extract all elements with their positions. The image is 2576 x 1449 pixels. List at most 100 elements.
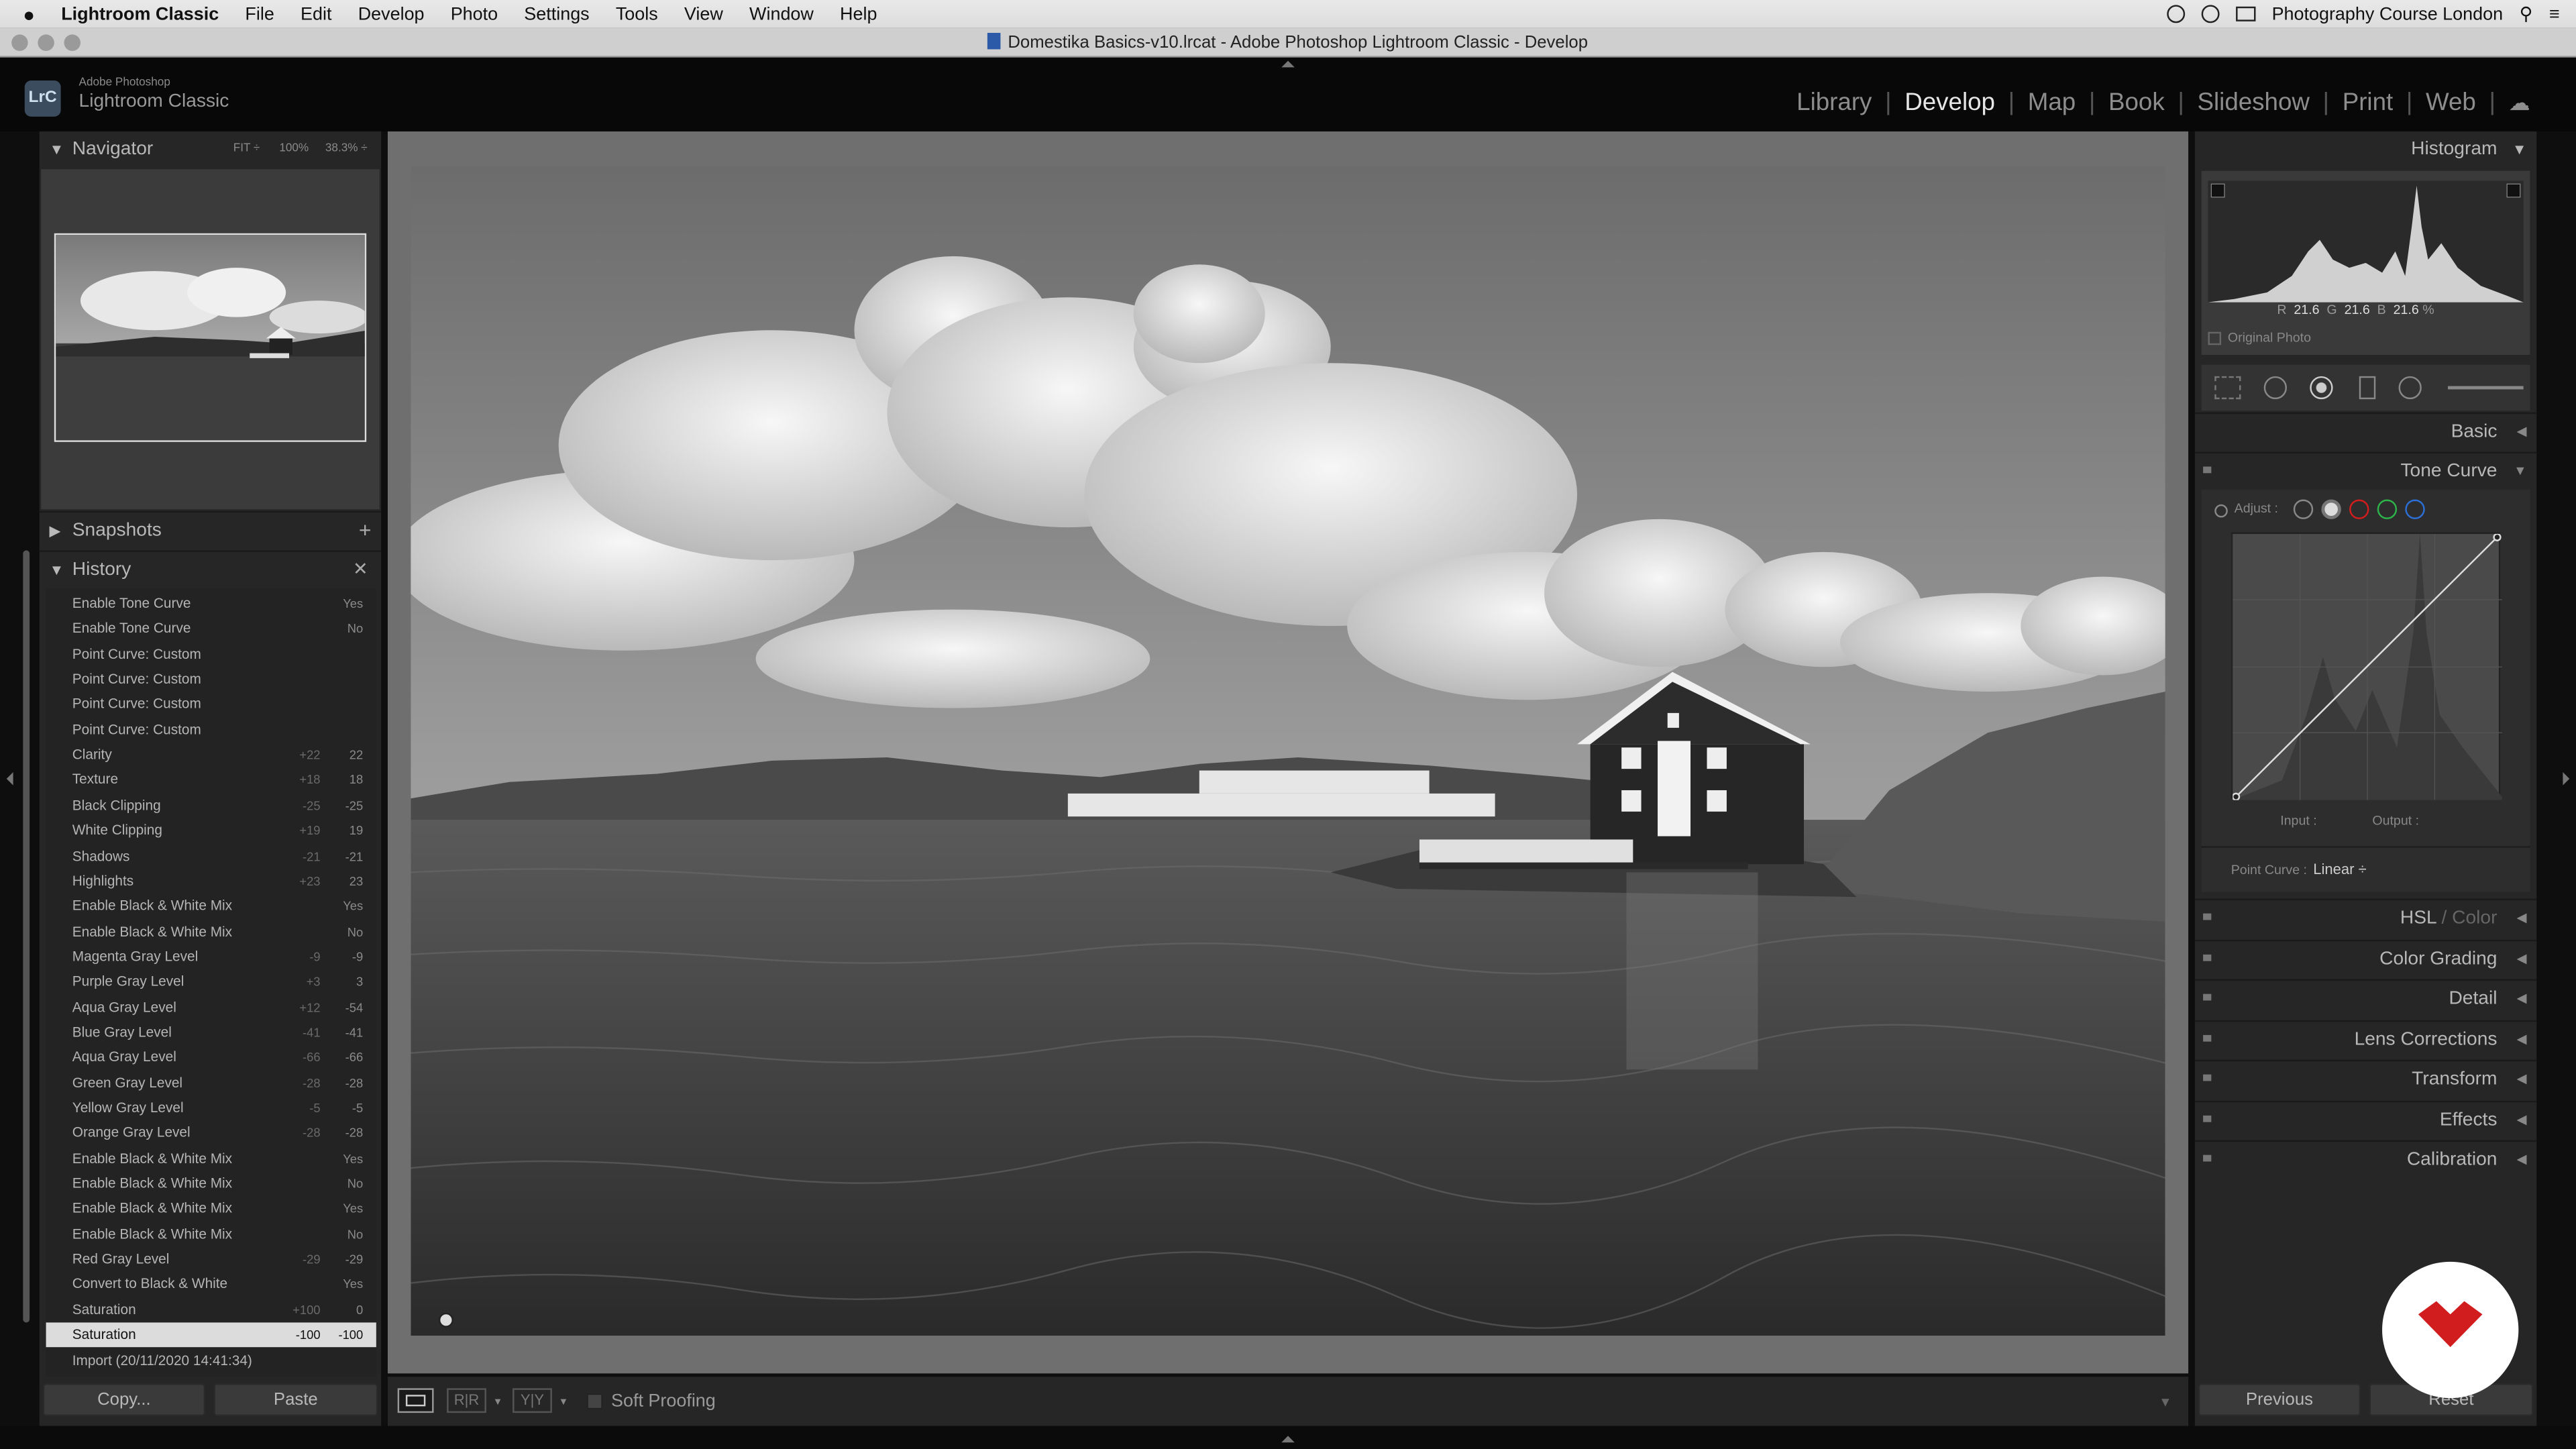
point-curve-green-icon[interactable] (2377, 499, 2398, 519)
history-row[interactable]: Clarity +22 22 (46, 743, 376, 767)
history-row[interactable]: Saturation +100 0 (46, 1297, 376, 1322)
main-photo[interactable] (411, 166, 2165, 1336)
paste-settings-button[interactable]: Paste (213, 1383, 378, 1417)
history-row[interactable]: Orange Gray Level -28 -28 (46, 1121, 376, 1146)
history-row[interactable]: Enable Black & White Mix Yes (46, 1146, 376, 1171)
detail-section-header[interactable]: Detail ◀ (2194, 979, 2537, 1016)
tone-curve-graph[interactable] (2231, 532, 2502, 801)
history-row[interactable]: Enable Tone Curve No (46, 616, 376, 641)
snapshots-header[interactable]: ▶ Snapshots + (39, 511, 382, 549)
zoom-custom[interactable]: 38.3% ÷ (325, 131, 368, 168)
original-photo-checkbox[interactable] (2208, 331, 2222, 345)
top-panel-toggle-icon[interactable] (1281, 60, 1295, 68)
tone-curve-section-header[interactable]: Tone Curve ▼ (2194, 451, 2537, 488)
filmstrip-toggle-icon[interactable] (1281, 1436, 1295, 1443)
left-panel-scrollbar[interactable] (23, 550, 30, 1323)
point-curve-rgb-icon[interactable] (2321, 499, 2341, 519)
transform-section-header[interactable]: Transform ◀ (2194, 1059, 2537, 1096)
clear-history-icon[interactable]: ✕ (353, 552, 368, 588)
module-book[interactable]: Book (2095, 89, 2178, 117)
menu-photo[interactable]: Photo (437, 4, 511, 23)
copy-settings-button[interactable]: Copy... (42, 1383, 206, 1417)
history-row[interactable]: Aqua Gray Level -66 -66 (46, 1045, 376, 1070)
menu-view[interactable]: View (671, 4, 736, 23)
red-eye-icon[interactable] (2310, 376, 2333, 400)
module-map[interactable]: Map (2015, 89, 2089, 117)
module-library[interactable]: Library (1784, 89, 1885, 117)
history-row[interactable]: Highlights +23 23 (46, 869, 376, 894)
zoom-100[interactable]: 100% (279, 131, 309, 168)
history-row[interactable]: Texture +18 18 (46, 768, 376, 793)
left-panel-toggle-icon[interactable] (6, 772, 13, 786)
history-row[interactable]: Enable Black & White Mix No (46, 1171, 376, 1196)
spotlight-search-icon[interactable]: ⚲ (2520, 3, 2533, 25)
history-row[interactable]: Point Curve: Custom (46, 718, 376, 743)
menu-tools[interactable]: Tools (602, 4, 671, 23)
before-after-left-right-icon[interactable]: R|R (447, 1388, 486, 1413)
calibration-section-header[interactable]: Calibration ◀ (2194, 1140, 2537, 1177)
panel-switch-icon[interactable] (2203, 1115, 2212, 1122)
history-row[interactable]: Shadows -21 -21 (46, 844, 376, 869)
menu-file[interactable]: File (232, 4, 288, 23)
record-icon[interactable] (2166, 5, 2185, 23)
soft-proofing-checkbox[interactable] (586, 1393, 603, 1410)
toolbar-content-dropdown-icon[interactable]: ▼ (2159, 1395, 2171, 1409)
point-curve-blue-icon[interactable] (2405, 499, 2425, 519)
parametric-curve-icon[interactable] (2293, 499, 2314, 519)
cloud-sync-icon[interactable]: ☁ (2496, 89, 2543, 115)
history-row[interactable]: Magenta Gray Level -9 -9 (46, 945, 376, 969)
display-icon[interactable] (2235, 6, 2256, 21)
history-row[interactable]: Enable Black & White Mix No (46, 919, 376, 944)
spot-removal-icon[interactable] (2263, 376, 2288, 400)
close-window-button[interactable] (11, 34, 28, 51)
history-row[interactable]: Point Curve: Custom (46, 667, 376, 692)
panel-switch-icon[interactable] (2203, 954, 2212, 961)
hsl-section-header[interactable]: HSL / Color ◀ (2194, 898, 2537, 935)
right-panel-toggle-icon[interactable] (2563, 772, 2570, 786)
history-row[interactable]: Red Gray Level -29 -29 (46, 1247, 376, 1272)
adjustment-brush-icon[interactable] (2448, 386, 2524, 390)
history-row[interactable]: Point Curve: Custom (46, 642, 376, 667)
history-row[interactable]: Yellow Gray Level -5 -5 (46, 1095, 376, 1120)
history-row[interactable]: Purple Gray Level +3 3 (46, 970, 376, 995)
history-row[interactable]: Green Gray Level -28 -28 (46, 1071, 376, 1095)
crop-overlay-icon[interactable] (2214, 376, 2241, 400)
target-adjust-icon[interactable] (2214, 504, 2228, 518)
previous-button[interactable]: Previous (2198, 1383, 2361, 1417)
history-header[interactable]: ▼ History ✕ (39, 550, 382, 588)
panel-switch-icon[interactable] (2203, 1074, 2212, 1081)
history-row[interactable]: White Clipping +19 19 (46, 818, 376, 843)
add-snapshot-icon[interactable]: + (359, 513, 372, 549)
history-row[interactable]: Enable Black & White Mix Yes (46, 894, 376, 919)
minimize-window-button[interactable] (38, 34, 54, 51)
zoom-fit[interactable]: FIT ÷ (233, 131, 260, 168)
module-print[interactable]: Print (2329, 89, 2406, 117)
loupe-view-icon[interactable] (397, 1388, 434, 1413)
menu-edit[interactable]: Edit (287, 4, 345, 23)
panel-switch-icon[interactable] (2203, 466, 2212, 474)
navigator-thumbnail[interactable] (54, 233, 367, 442)
panel-switch-icon[interactable] (2203, 994, 2212, 1001)
effects-section-header[interactable]: Effects ◀ (2194, 1100, 2537, 1137)
navigator-header[interactable]: ▼ Navigator FIT ÷ 100% 38.3% ÷ (40, 131, 381, 168)
before-after-options-icon[interactable]: ▼ (559, 1398, 569, 1408)
panel-switch-icon[interactable] (2203, 1034, 2212, 1042)
before-after-swap-icon[interactable]: Y|Y (513, 1388, 552, 1413)
history-row[interactable]: Point Curve: Custom (46, 692, 376, 717)
apple-icon[interactable]: ● (0, 3, 48, 25)
menubar-user-text[interactable]: Photography Course London (2272, 4, 2504, 23)
lens-corrections-section-header[interactable]: Lens Corrections ◀ (2194, 1020, 2537, 1057)
menu-window[interactable]: Window (736, 4, 826, 23)
module-develop[interactable]: Develop (1892, 89, 2008, 117)
before-after-dropdown-icon[interactable]: ▼ (493, 1398, 503, 1408)
history-row[interactable]: Convert to Black & White Yes (46, 1273, 376, 1297)
histogram[interactable]: R 21.6 G 21.6 B 21.6 % Original Photo (2201, 170, 2530, 355)
creative-cloud-icon[interactable] (2201, 5, 2220, 23)
graduated-filter-icon[interactable] (2359, 376, 2376, 400)
menu-app-name[interactable]: Lightroom Classic (48, 4, 232, 23)
menu-help[interactable]: Help (826, 4, 890, 23)
color-grading-section-header[interactable]: Color Grading ◀ (2194, 939, 2537, 976)
history-row[interactable]: Saturation -100 -100 (46, 1322, 376, 1348)
history-row[interactable]: Import (20/11/2020 14:41:34) (46, 1348, 376, 1373)
basic-section-header[interactable]: Basic ◀ (2194, 412, 2537, 449)
